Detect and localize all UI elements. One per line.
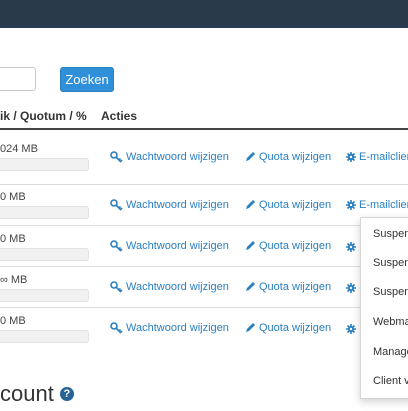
change-password-link[interactable]: Wachtwoord wijzigen <box>110 322 229 334</box>
change-quota-link[interactable]: Quota wijzigen <box>244 199 331 211</box>
change-password-label: Wachtwoord wijzigen <box>126 151 229 163</box>
pencil-icon <box>246 282 255 291</box>
pencil-icon <box>246 323 255 332</box>
usage-bar <box>0 330 89 343</box>
change-password-label: Wachtwoord wijzigen <box>126 240 229 252</box>
dropdown-item-webmail[interactable]: Webma <box>373 316 408 328</box>
dropdown-item-manage[interactable]: Manage <box>373 346 408 358</box>
email-client-label: E-mailclient <box>359 199 408 211</box>
email-client-link[interactable]: E-mailclient <box>346 199 408 211</box>
dropdown-item-client-config[interactable]: Client v <box>373 375 408 387</box>
key-icon <box>110 322 123 334</box>
dropdown-item-suspend-login[interactable]: Suspen <box>373 228 408 240</box>
change-password-label: Wachtwoord wijzigen <box>126 281 229 293</box>
dropdown-item-suspend-send[interactable]: Suspen <box>373 286 408 298</box>
change-quota-label: Quota wijzigen <box>259 151 332 163</box>
dropdown-item-suspend-receive[interactable]: Suspen <box>373 257 408 269</box>
change-quota-link[interactable]: Quota wijzigen <box>244 151 331 163</box>
top-navigation-bar <box>0 0 408 28</box>
change-quota-link[interactable]: Quota wijzigen <box>244 240 331 252</box>
pencil-icon <box>246 152 255 161</box>
gear-icon[interactable] <box>346 324 356 334</box>
change-quota-label: Quota wijzigen <box>259 322 332 334</box>
row-divider <box>0 225 408 226</box>
change-quota-label: Quota wijzigen <box>259 199 332 211</box>
section-title-text: count <box>0 381 54 406</box>
row-divider <box>0 184 408 185</box>
usage-text: ∞ MB <box>0 274 28 286</box>
change-password-link[interactable]: Wachtwoord wijzigen <box>110 281 229 293</box>
usage-text: 0 MB <box>0 315 26 327</box>
email-client-link[interactable]: E-mailclient <box>346 151 408 163</box>
email-client-label: E-mailclient <box>359 151 408 163</box>
usage-text: 0 MB <box>0 191 26 203</box>
change-password-link[interactable]: Wachtwoord wijzigen <box>110 151 229 163</box>
section-title: count ? <box>0 381 74 407</box>
change-quota-label: Quota wijzigen <box>259 240 332 252</box>
change-password-link[interactable]: Wachtwoord wijzigen <box>110 199 229 211</box>
usage-bar <box>0 206 89 219</box>
usage-text: 0 MB <box>0 233 26 245</box>
usage-text: 024 MB <box>0 143 38 155</box>
pencil-icon <box>246 200 255 209</box>
search-button[interactable]: Zoeken <box>60 67 114 92</box>
gear-icon <box>346 152 356 162</box>
usage-bar <box>0 248 89 261</box>
change-password-label: Wachtwoord wijzigen <box>126 199 229 211</box>
row-divider <box>0 307 408 308</box>
key-icon <box>110 151 123 163</box>
usage-bar <box>0 289 89 302</box>
row-divider <box>0 266 408 267</box>
change-password-label: Wachtwoord wijzigen <box>126 322 229 334</box>
gear-icon[interactable] <box>346 283 356 293</box>
gear-icon <box>346 200 356 210</box>
key-icon <box>110 199 123 211</box>
change-quota-link[interactable]: Quota wijzigen <box>244 281 331 293</box>
column-header-usage[interactable]: ik / Quotum / % <box>0 109 87 123</box>
help-icon[interactable]: ? <box>59 387 74 401</box>
column-header-actions: Acties <box>101 109 138 123</box>
change-password-link[interactable]: Wachtwoord wijzigen <box>110 240 229 252</box>
pencil-icon <box>246 241 255 250</box>
usage-bar <box>0 158 89 171</box>
table-header-divider <box>0 128 408 130</box>
key-icon <box>110 281 123 293</box>
key-icon <box>110 240 123 252</box>
change-quota-label: Quota wijzigen <box>259 281 332 293</box>
gear-icon[interactable] <box>346 242 356 252</box>
email-client-dropdown-menu: Suspen Suspen Suspen Webma Manage Client… <box>360 217 408 399</box>
change-quota-link[interactable]: Quota wijzigen <box>244 322 331 334</box>
search-input[interactable] <box>0 67 36 91</box>
